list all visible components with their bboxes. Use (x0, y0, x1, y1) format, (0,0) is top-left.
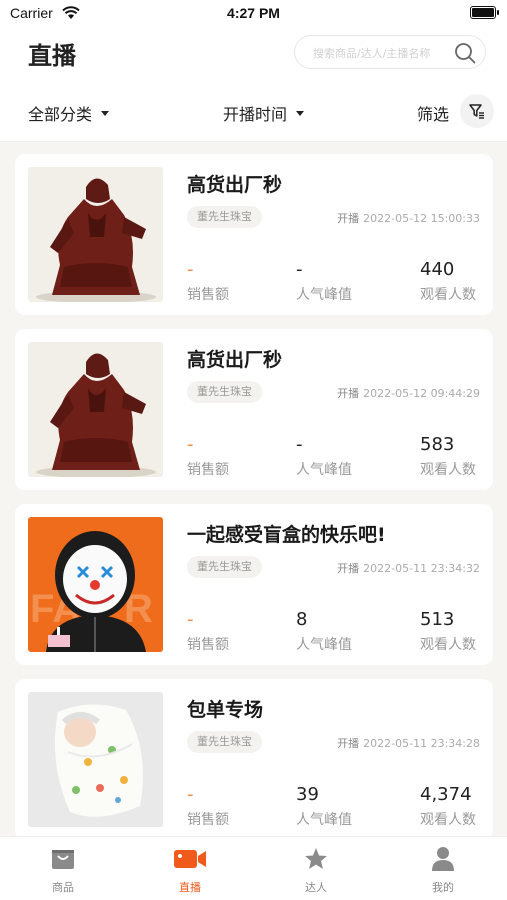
shop-tag: 董先生珠宝 (187, 556, 262, 578)
search-input[interactable] (313, 43, 443, 63)
viewers-label: 观看人数 (420, 287, 476, 303)
live-card[interactable]: 包单专场董先生珠宝 开播 2022-05-11 23:34:28 - 销售额 39 人气峰值… (15, 679, 493, 840)
start-time-filter-label: 开播时间 (223, 105, 288, 124)
tab-bar: 商品 直播 达人 我的 (0, 836, 507, 900)
tab-goods-label: 商品 (52, 881, 74, 894)
filter-bar: 全部分类 开播时间 筛选 (0, 80, 507, 142)
start-label: 开播 (337, 562, 360, 575)
viewers-label: 观看人数 (420, 812, 476, 828)
filter-funnel-button[interactable] (460, 94, 494, 128)
viewers-label: 观看人数 (420, 462, 476, 478)
start-info: 开播 2022-05-11 23:34:32 (337, 560, 480, 576)
sales-label: 销售额 (187, 812, 229, 828)
filter-funnel-icon (469, 104, 484, 119)
sales-stat: - 销售额 (187, 258, 229, 304)
tab-talent[interactable]: 达人 (276, 845, 356, 895)
start-time: 2022-05-11 23:34:28 (363, 737, 480, 750)
live-title: 一起感受盲盒的快乐吧! (187, 524, 386, 546)
live-thumbnail[interactable] (28, 692, 163, 827)
live-thumbnail[interactable]: FA R (28, 517, 163, 652)
start-time: 2022-05-11 23:34:32 (363, 562, 480, 575)
peak-value: - (296, 259, 303, 280)
peak-stat: 8 人气峰值 (296, 608, 352, 654)
peak-label: 人气峰值 (296, 287, 352, 303)
start-time: 2022-05-12 09:44:29 (363, 387, 480, 400)
start-label: 开播 (337, 387, 360, 400)
peak-stat: 39 人气峰值 (296, 783, 352, 829)
tab-live-label: 直播 (179, 881, 201, 894)
shop-tag: 董先生珠宝 (187, 381, 262, 403)
live-title: 高货出厂秒 (187, 174, 283, 196)
tab-live[interactable]: 直播 (150, 845, 230, 895)
shop-tag: 董先生珠宝 (187, 731, 262, 753)
peak-stat: - 人气峰值 (296, 433, 352, 479)
header: 直播 (0, 30, 507, 80)
peak-value: 39 (296, 784, 319, 805)
live-card[interactable]: 高货出厂秒董先生珠宝 开播 2022-05-12 15:00:33 - 销售额 - 人气峰值… (15, 154, 493, 315)
peak-value: - (296, 434, 303, 455)
viewers-value: 4,374 (420, 784, 472, 805)
start-time: 2022-05-12 15:00:33 (363, 212, 480, 225)
viewers-value: 440 (420, 259, 455, 280)
sales-value: - (187, 434, 194, 455)
viewers-stat: 583 观看人数 (420, 433, 476, 479)
peak-label: 人气峰值 (296, 637, 352, 653)
search-icon[interactable] (453, 41, 477, 69)
sales-label: 销售额 (187, 287, 229, 303)
peak-label: 人气峰值 (296, 812, 352, 828)
live-title: 包单专场 (187, 699, 264, 721)
start-time-filter[interactable]: 开播时间 (223, 101, 305, 125)
viewers-stat: 4,374 观看人数 (420, 783, 476, 829)
category-filter-label: 全部分类 (28, 105, 93, 124)
tab-goods[interactable]: 商品 (23, 845, 103, 895)
start-info: 开播 2022-05-12 09:44:29 (337, 385, 480, 401)
start-label: 开播 (337, 737, 360, 750)
sales-label: 销售额 (187, 637, 229, 653)
person-icon (403, 845, 483, 873)
start-info: 开播 2022-05-12 15:00:33 (337, 210, 480, 226)
sales-value: - (187, 784, 194, 805)
video-icon (150, 845, 230, 873)
battery-icon (470, 6, 499, 19)
tab-mine-label: 我的 (432, 881, 454, 894)
start-label: 开播 (337, 212, 360, 225)
live-thumbnail[interactable] (28, 167, 163, 302)
search-box[interactable] (294, 35, 486, 69)
status-bar: Carrier 4:27 PM (0, 0, 507, 30)
viewers-label: 观看人数 (420, 637, 476, 653)
category-filter[interactable]: 全部分类 (28, 101, 110, 125)
live-thumbnail[interactable] (28, 342, 163, 477)
sales-label: 销售额 (187, 462, 229, 478)
caret-down-icon (296, 111, 305, 116)
star-person-icon (276, 845, 356, 873)
viewers-value: 513 (420, 609, 455, 630)
shop-tag: 董先生珠宝 (187, 206, 262, 228)
start-info: 开播 2022-05-11 23:34:28 (337, 735, 480, 751)
screen-filter[interactable]: 筛选 (417, 101, 449, 125)
sales-value: - (187, 609, 194, 630)
viewers-value: 583 (420, 434, 455, 455)
live-card[interactable]: 高货出厂秒董先生珠宝 开播 2022-05-12 09:44:29 - 销售额 - 人气峰值… (15, 329, 493, 490)
peak-value: 8 (296, 609, 308, 630)
sales-stat: - 销售额 (187, 608, 229, 654)
tab-talent-label: 达人 (305, 881, 327, 894)
peak-label: 人气峰值 (296, 462, 352, 478)
live-card[interactable]: FA R 一起感受盲盒的快乐吧! 董先生珠宝 开播 2022-05-11 23:34:32… (15, 504, 493, 665)
live-list: 高货出厂秒 董先生珠宝 开播 2022-05-12 15:00:33- 销售额 - 人气峰值… (15, 154, 493, 854)
viewers-stat: 513 观看人数 (420, 608, 476, 654)
tab-mine[interactable]: 我的 (403, 845, 483, 895)
clock: 4:27 PM (227, 5, 280, 21)
page-title: 直播 (28, 42, 76, 70)
live-title: 高货出厂秒 (187, 349, 283, 371)
viewers-stat: 440 观看人数 (420, 258, 476, 304)
sales-stat: - 销售额 (187, 433, 229, 479)
bag-icon (23, 845, 103, 873)
sales-stat: - 销售额 (187, 783, 229, 829)
screen-filter-label: 筛选 (417, 105, 450, 124)
peak-stat: - 人气峰值 (296, 258, 352, 304)
caret-down-icon (101, 111, 110, 116)
sales-value: - (187, 259, 194, 280)
